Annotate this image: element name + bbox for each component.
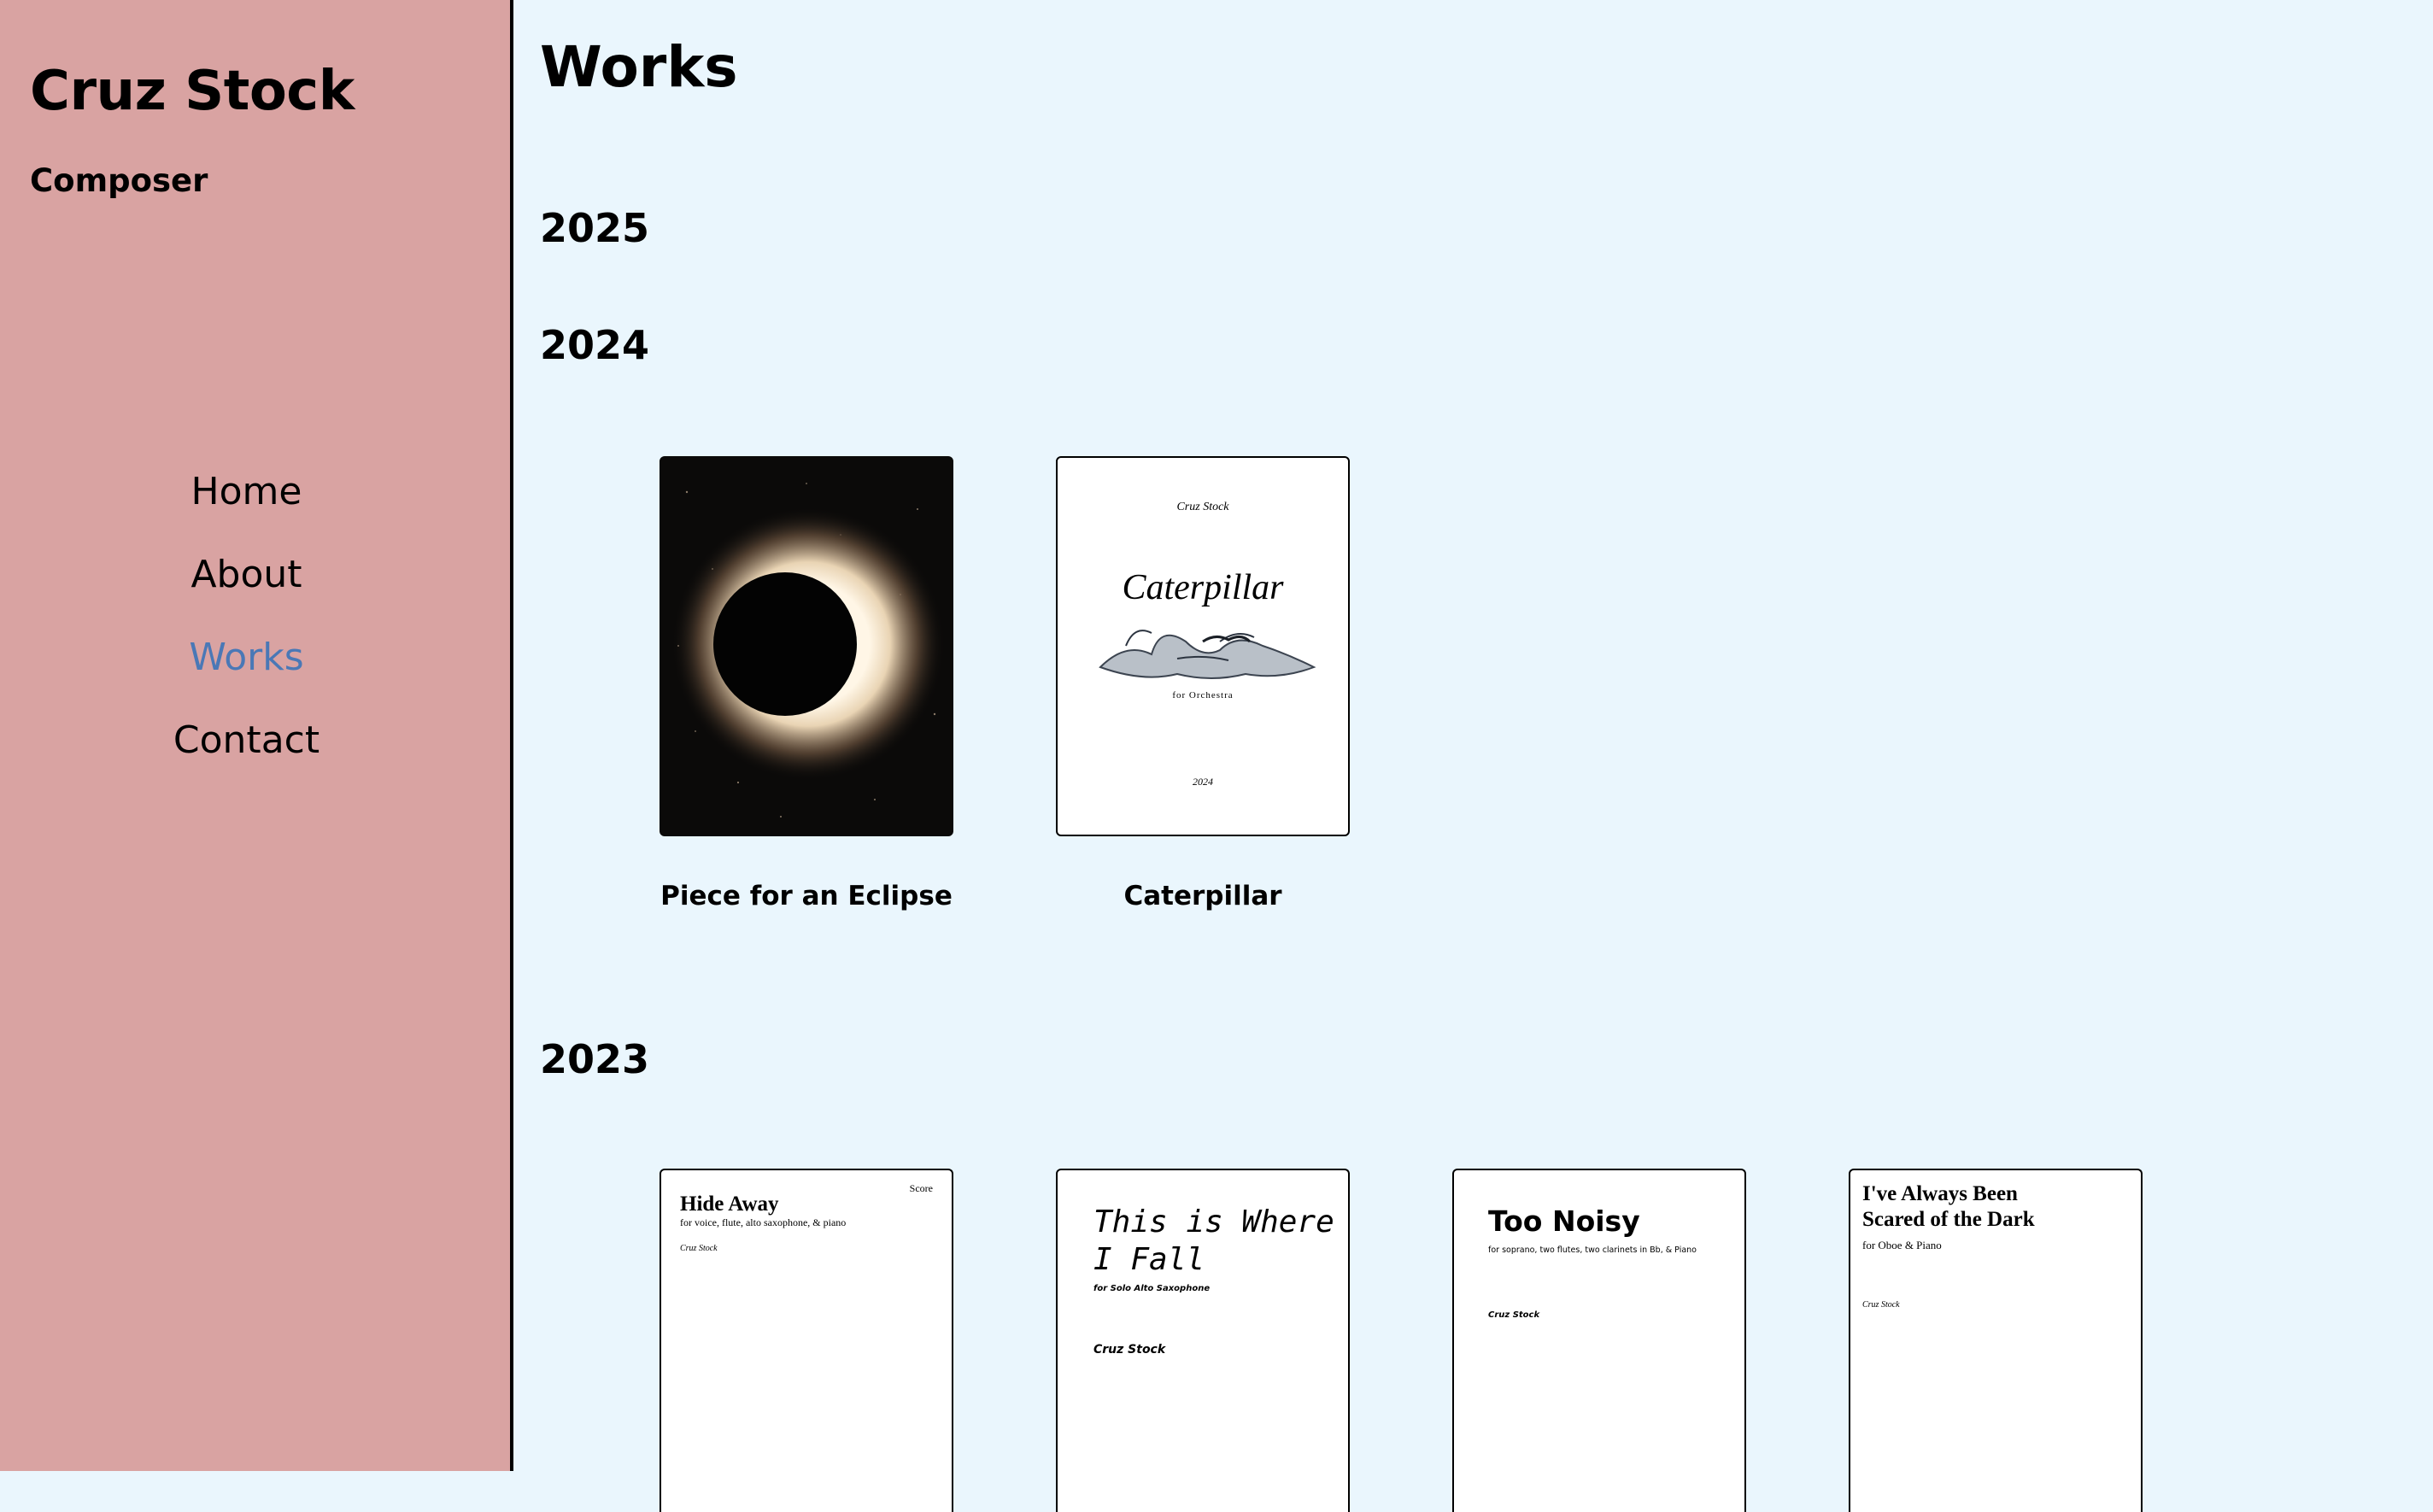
nav-contact-link[interactable]: Contact [0, 710, 493, 793]
work-cover-image[interactable]: This is Where I Fall for Solo Alto Saxop… [1056, 1169, 1350, 1512]
work-card[interactable]: Too Noisy for soprano, two flutes, two c… [1452, 1169, 1746, 1512]
caterpillar-illustration-icon [1099, 630, 1316, 679]
cover-tag: Score [909, 1182, 933, 1194]
page-title: Works [540, 34, 738, 100]
site-role: Composer [30, 162, 208, 199]
cover-year: 2024 [1193, 776, 1213, 788]
year-heading-2023: 2023 [540, 1036, 650, 1082]
cover-title: Caterpillar [1122, 568, 1284, 607]
work-card[interactable]: Cruz Stock Caterpillar for Orchestra 202… [1056, 456, 1350, 911]
cover-title-line2: I Fall [1093, 1242, 1205, 1277]
cover-subtitle: for Oboe & Piano [1862, 1239, 1942, 1251]
nav-home-link[interactable]: Home [0, 461, 493, 544]
cover-composer: Cruz Stock [1176, 501, 1229, 513]
cover-title-line1: This is Where [1093, 1204, 1334, 1239]
work-card[interactable]: Score Hide Away for voice, flute, alto s… [660, 1169, 953, 1512]
cover-title: Hide Away [680, 1193, 779, 1216]
cover-subtitle: for soprano, two flutes, two clarinets i… [1488, 1245, 1697, 1255]
cover-composer: Cruz Stock [1488, 1310, 1540, 1320]
main-content: Works 2025 2024 Piece for an Eclipse Cru… [540, 0, 2433, 1512]
cover-title: Too Noisy [1488, 1204, 1640, 1238]
work-card[interactable]: Piece for an Eclipse [660, 456, 953, 911]
site-name[interactable]: Cruz Stock [30, 60, 355, 123]
work-cover-image[interactable] [660, 456, 953, 836]
year-heading-2024: 2024 [540, 322, 650, 368]
work-title[interactable]: Caterpillar [1056, 881, 1350, 911]
cover-composer: Cruz Stock [680, 1244, 718, 1253]
cover-composer: Cruz Stock [1093, 1343, 1166, 1357]
nav-about-link[interactable]: About [0, 544, 493, 627]
work-cover-image[interactable]: Cruz Stock Caterpillar for Orchestra 202… [1056, 456, 1350, 836]
sidebar: Cruz Stock Composer Home About Works Con… [0, 0, 513, 1471]
cover-title-line1: I've Always Been [1862, 1182, 2018, 1205]
work-cover-image[interactable]: I've Always Been Scared of the Dark for … [1849, 1169, 2143, 1512]
work-card[interactable]: I've Always Been Scared of the Dark for … [1849, 1169, 2143, 1512]
work-cover-image[interactable]: Score Hide Away for voice, flute, alto s… [660, 1169, 953, 1512]
nav-works-link[interactable]: Works [0, 627, 493, 710]
eclipse-image [661, 458, 952, 835]
work-cover-image[interactable]: Too Noisy for soprano, two flutes, two c… [1452, 1169, 1746, 1512]
work-card[interactable]: This is Where I Fall for Solo Alto Saxop… [1056, 1169, 1350, 1512]
cover-subtitle: for Solo Alto Saxophone [1093, 1284, 1211, 1293]
cover-subtitle: for Orchestra [1172, 690, 1234, 700]
cover-composer: Cruz Stock [1862, 1300, 1900, 1310]
work-title[interactable]: Piece for an Eclipse [660, 881, 953, 911]
cover-title-line2: Scared of the Dark [1862, 1208, 2035, 1231]
main-nav: Home About Works Contact [0, 461, 493, 793]
year-heading-2025: 2025 [540, 205, 650, 251]
cover-subtitle: for voice, flute, alto saxophone, & pian… [680, 1216, 847, 1228]
